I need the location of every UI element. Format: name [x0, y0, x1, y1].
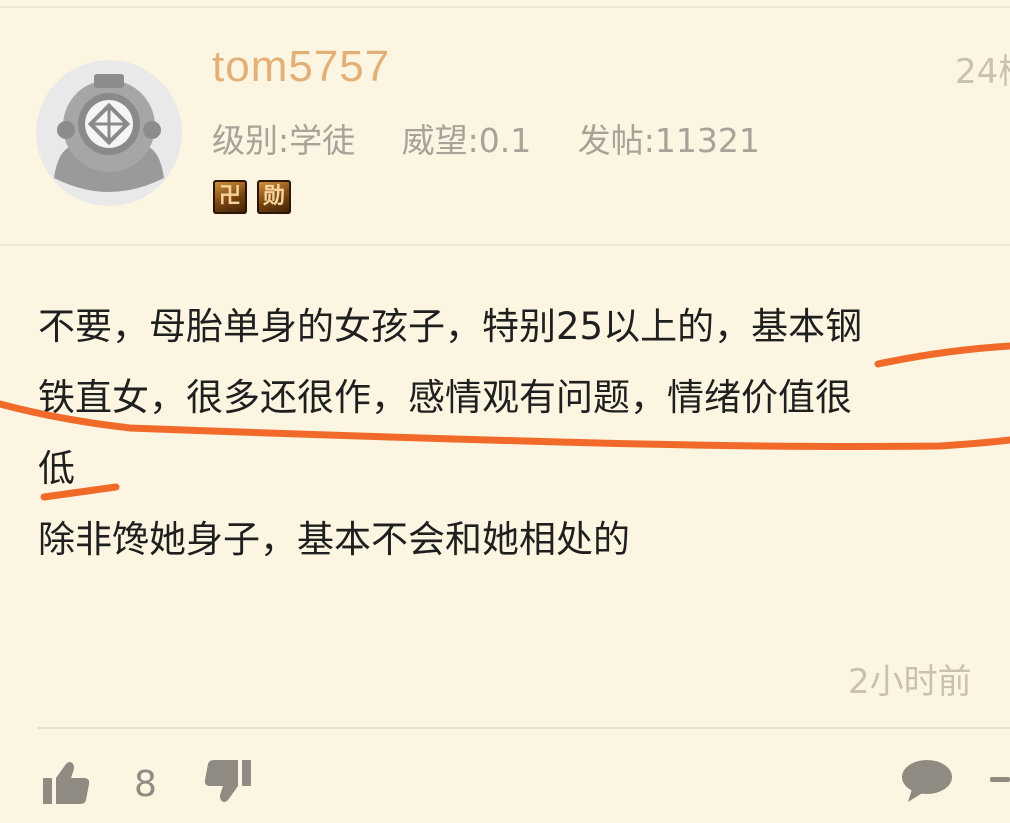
dislike-button[interactable]	[202, 756, 254, 808]
content-line: 低	[38, 447, 75, 490]
medal-badge-icon[interactable]: 勋	[257, 180, 291, 214]
content-line: 除非馋她身子，基本不会和她相处的	[38, 518, 630, 561]
badge-list: 卍 勋	[213, 180, 291, 214]
medal-badge-icon[interactable]: 卍	[213, 180, 247, 214]
post-timestamp: 2小时前	[848, 662, 972, 702]
header-divider	[0, 244, 1010, 246]
comment-bubble-icon	[902, 760, 952, 802]
more-icon	[990, 777, 1010, 782]
content-line: 不要，母胎单身的女孩子，特别25以上的，基本钢	[38, 305, 863, 348]
actions-divider	[38, 727, 1010, 729]
more-button[interactable]	[986, 760, 1010, 800]
user-post-count: 发帖:11321	[577, 121, 760, 160]
diving-helmet-avatar-icon	[36, 60, 182, 206]
user-prestige: 威望:0.1	[401, 121, 532, 160]
avatar[interactable]	[36, 60, 182, 206]
post-content: 不要，母胎单身的女孩子，特别25以上的，基本钢 铁直女，很多还很作，感情观有问题…	[38, 291, 1010, 575]
floor-number: 24楼	[955, 52, 1010, 92]
username[interactable]: tom5757	[212, 42, 390, 92]
content-line: 铁直女，很多还很作，感情观有问题，情绪价值很	[38, 376, 852, 419]
user-level: 级别:学徒	[212, 121, 356, 160]
like-count: 8	[134, 764, 157, 805]
like-button[interactable]	[40, 756, 92, 808]
thumbs-down-icon	[204, 760, 251, 802]
user-meta: 级别:学徒 威望:0.1 发帖:11321	[212, 114, 796, 162]
comment-button[interactable]	[898, 756, 956, 806]
top-divider	[0, 6, 1010, 8]
thumbs-up-icon	[43, 762, 90, 804]
